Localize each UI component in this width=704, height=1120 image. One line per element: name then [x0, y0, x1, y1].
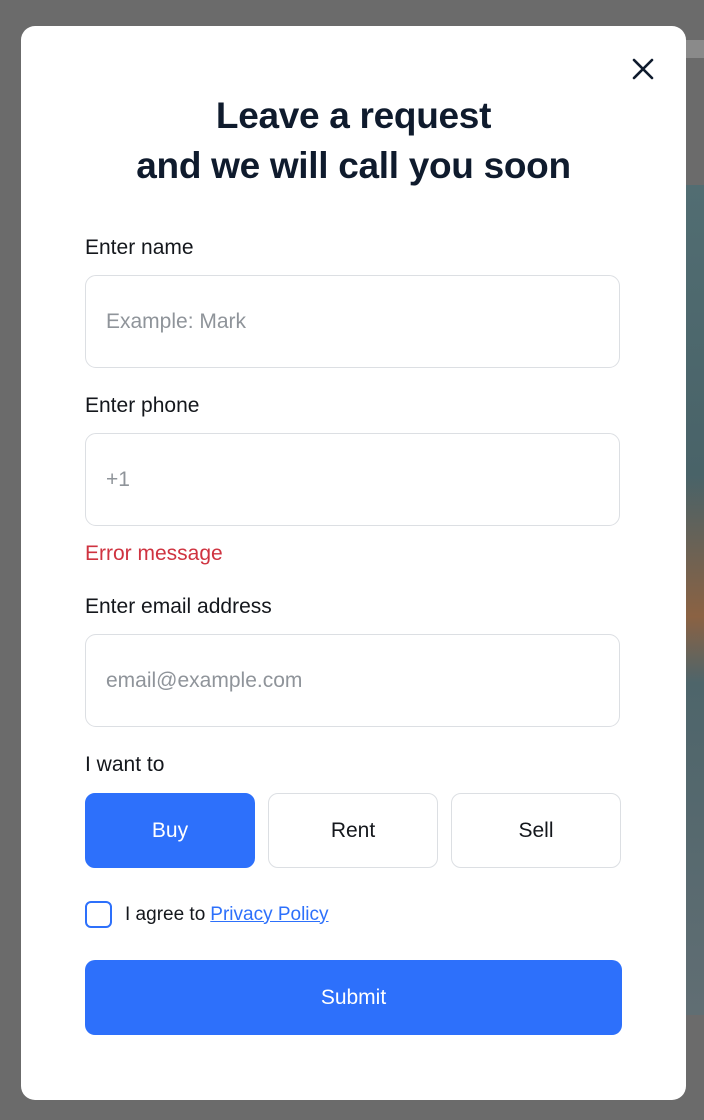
modal-title: Leave a request and we will call you soo…: [21, 91, 686, 191]
modal-title-line-2: and we will call you soon: [136, 145, 571, 186]
submit-button[interactable]: Submit: [85, 960, 622, 1035]
agree-text: I agree to: [125, 903, 206, 925]
close-button[interactable]: [630, 56, 656, 82]
intent-option-rent[interactable]: Rent: [268, 793, 438, 868]
phone-label: Enter phone: [85, 394, 200, 417]
phone-input[interactable]: [85, 433, 620, 526]
name-input[interactable]: [85, 275, 620, 368]
phone-error-message: Error message: [85, 542, 223, 565]
intent-option-sell[interactable]: Sell: [451, 793, 621, 868]
privacy-agreement: I agree to Privacy Policy: [85, 901, 329, 928]
intent-label: I want to: [85, 753, 165, 776]
email-label: Enter email address: [85, 595, 272, 618]
close-icon: [632, 58, 654, 80]
modal-title-line-1: Leave a request: [215, 95, 492, 136]
privacy-policy-link[interactable]: Privacy Policy: [210, 904, 328, 926]
agree-checkbox[interactable]: [85, 901, 112, 928]
email-input[interactable]: [85, 634, 620, 727]
intent-option-buy[interactable]: Buy: [85, 793, 255, 868]
name-label: Enter name: [85, 236, 194, 259]
request-modal: Leave a request and we will call you soo…: [21, 26, 686, 1100]
